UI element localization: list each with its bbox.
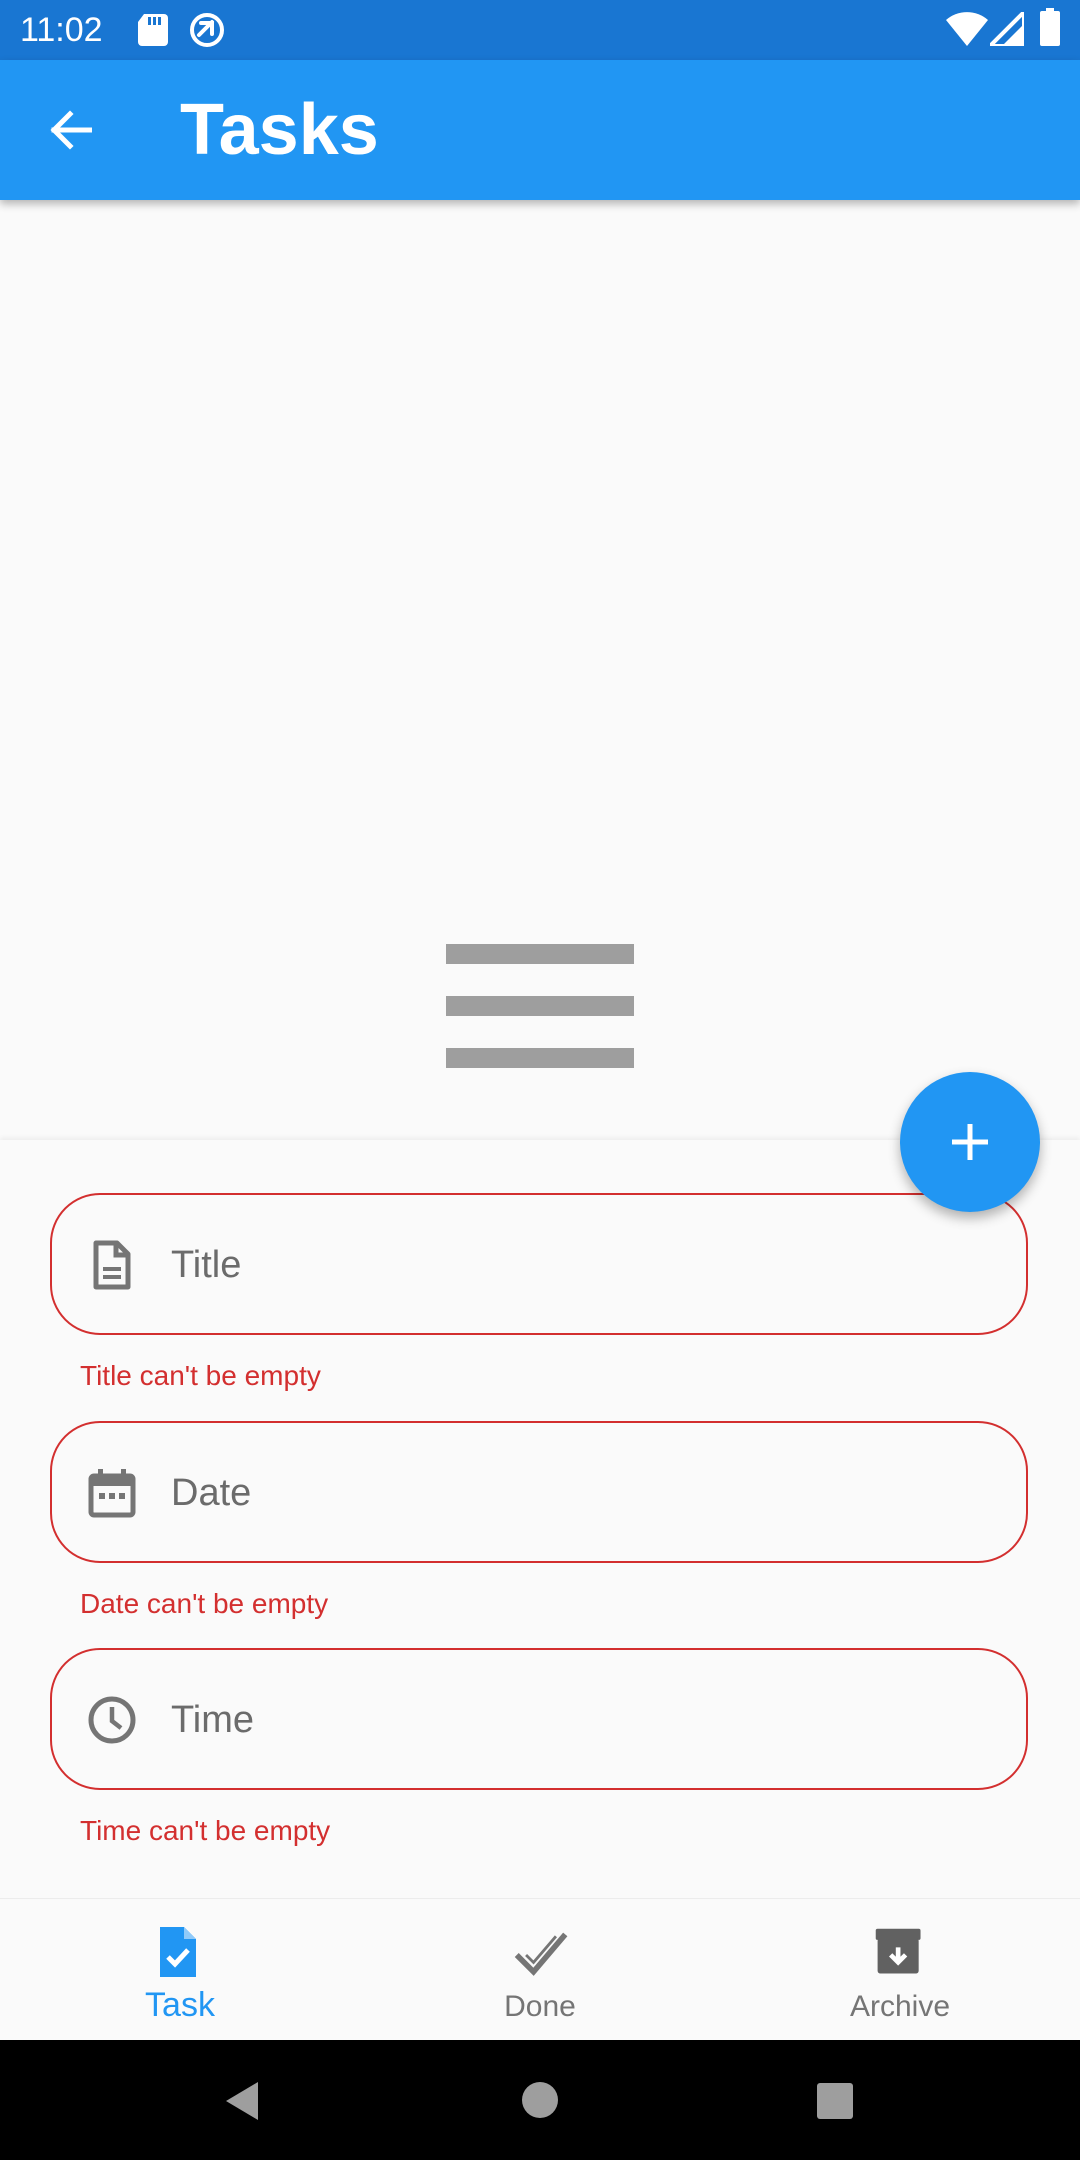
back-triangle-icon[interactable]	[222, 2080, 260, 2122]
add-task-button[interactable]	[900, 1072, 1040, 1212]
title-field[interactable]: Title	[50, 1193, 1028, 1335]
menu-lines-icon	[446, 944, 634, 1068]
title-field-label: Title	[171, 1244, 242, 1286]
date-field-label: Date	[171, 1472, 252, 1514]
clock-icon	[88, 1696, 136, 1744]
date-error-text: Date can't be empty	[80, 1588, 329, 1619]
nav-label-archive: Archive	[849, 1990, 951, 2023]
nav-item-archive[interactable]: Archive	[720, 1899, 1080, 2041]
add-icon	[952, 1124, 988, 1160]
system-nav-bar	[0, 2040, 1080, 2160]
archive-icon	[875, 1928, 921, 1974]
nav-label-task: Task	[145, 1986, 215, 2024]
back-button[interactable]	[30, 95, 110, 165]
page-title: Tasks	[180, 90, 379, 170]
status-bar: 11:02	[0, 0, 1080, 60]
document-icon	[93, 1240, 131, 1290]
menu-line	[446, 1048, 634, 1068]
battery-icon	[1040, 8, 1060, 51]
nav-item-task[interactable]: Task	[0, 1899, 360, 2041]
calendar-icon	[88, 1469, 136, 1518]
bottom-nav: Task Done Archive	[0, 1898, 1080, 2040]
time-field[interactable]: Time	[50, 1648, 1028, 1790]
time-error-text: Time can't be empty	[80, 1815, 331, 1846]
status-time: 11:02	[20, 11, 103, 49]
menu-line	[446, 944, 634, 964]
signal-icon	[985, 7, 1026, 51]
screen: 11:02 Tasks Title Title can't be empty D…	[0, 0, 1080, 2160]
menu-line	[446, 996, 634, 1016]
nav-item-done[interactable]: Done	[360, 1899, 720, 2041]
sync-icon	[188, 11, 226, 54]
title-error-text: Title can't be empty	[80, 1360, 321, 1391]
recents-square-icon[interactable]	[816, 2082, 854, 2120]
date-field[interactable]: Date	[50, 1421, 1028, 1563]
done-check-icon	[514, 1932, 568, 1976]
wifi-icon	[946, 12, 988, 51]
sd-card-icon	[138, 14, 168, 51]
home-circle-icon[interactable]	[520, 2080, 560, 2120]
task-check-icon	[160, 1927, 196, 1977]
nav-label-done: Done	[504, 1990, 576, 2023]
app-bar: Tasks	[0, 60, 1080, 200]
bottom-sheet: Title Title can't be empty Date Date can…	[0, 1140, 1080, 1898]
time-field-label: Time	[171, 1699, 255, 1741]
arrow-back-icon	[50, 110, 92, 150]
